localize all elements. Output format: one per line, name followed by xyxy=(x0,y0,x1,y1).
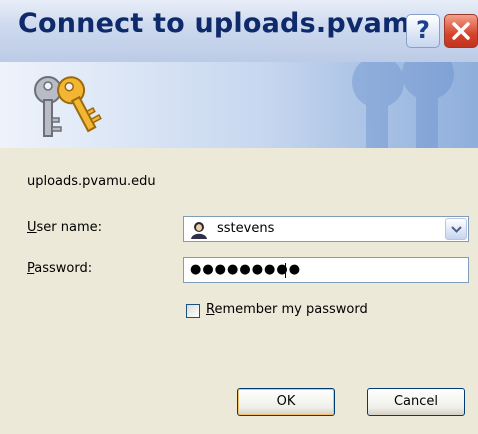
title-bar[interactable]: Connect to uploads.pvam... ? xyxy=(0,0,478,62)
help-button[interactable]: ? xyxy=(406,14,440,48)
username-label: User name: xyxy=(27,220,102,235)
password-label-text: assword: xyxy=(34,261,93,276)
username-value: sstevens xyxy=(217,221,275,236)
cancel-button[interactable]: Cancel xyxy=(367,388,465,416)
username-combobox[interactable]: sstevens xyxy=(183,216,469,242)
remember-password-label[interactable]: Remember my password xyxy=(206,302,368,317)
username-dropdown-button[interactable] xyxy=(445,218,467,240)
dialog-body: uploads.pvamu.edu User name: sstevens Pa… xyxy=(0,148,478,434)
connect-dialog: Connect to uploads.pvam... ? uploads.pva… xyxy=(0,0,478,434)
window-title: Connect to uploads.pvam... xyxy=(18,8,442,39)
keys-icon xyxy=(34,76,102,137)
username-label-text: ser name: xyxy=(36,220,103,235)
remember-label-text: emember my password xyxy=(214,302,368,317)
close-button[interactable] xyxy=(444,14,478,48)
header-banner xyxy=(0,62,478,148)
password-label: Password: xyxy=(27,261,92,276)
password-field[interactable]: ●●●●●●●●● xyxy=(183,257,469,283)
chevron-down-icon xyxy=(451,226,462,233)
help-icon: ? xyxy=(416,16,430,44)
keys-watermark-icon xyxy=(352,62,454,148)
text-caret xyxy=(285,263,286,278)
username-label-mnemonic: U xyxy=(27,220,37,235)
close-icon xyxy=(452,22,470,40)
ok-button[interactable]: OK xyxy=(237,388,335,416)
user-avatar-icon xyxy=(191,222,207,239)
server-name: uploads.pvamu.edu xyxy=(27,174,156,189)
remember-password-checkbox[interactable] xyxy=(186,304,200,318)
